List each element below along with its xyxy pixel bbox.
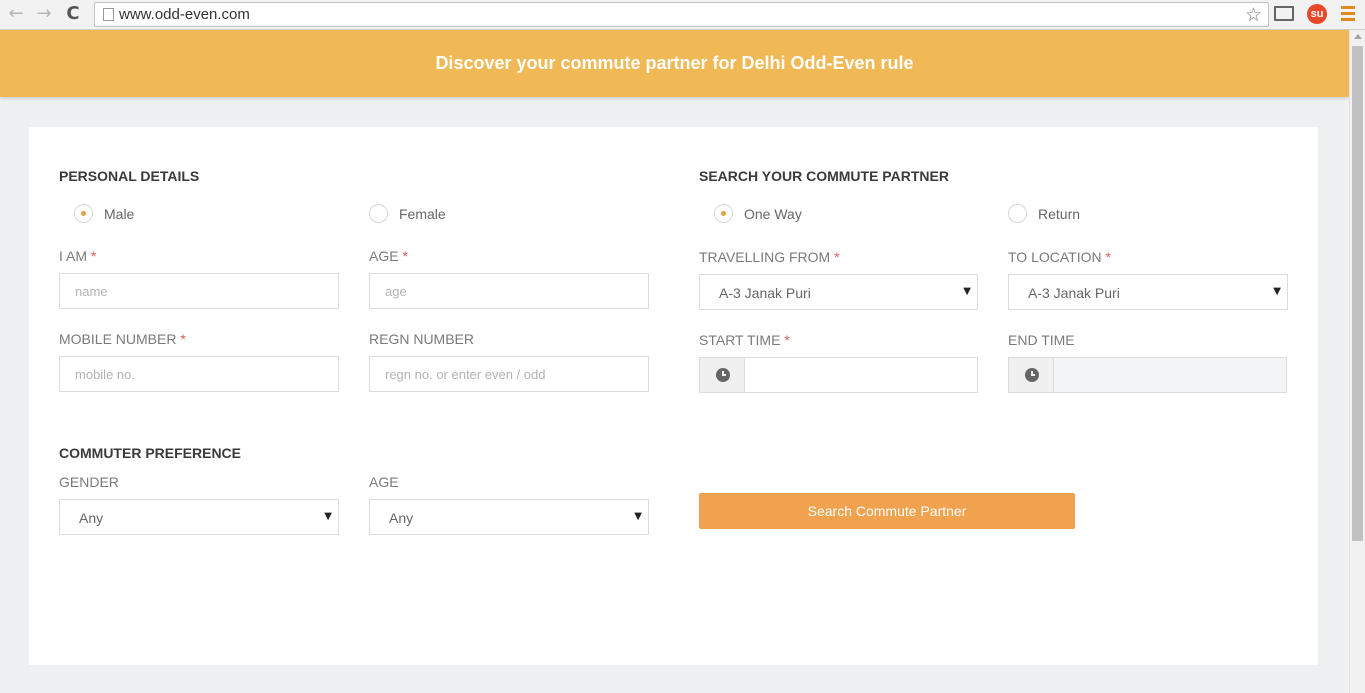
end-time-input[interactable] (1055, 358, 1285, 392)
pref-gender-label: GENDER (59, 474, 119, 490)
page-icon (103, 8, 114, 21)
stumbleupon-icon[interactable]: su (1307, 4, 1327, 24)
form-card: PERSONAL DETAILS Male Female I AM * AGE … (29, 127, 1318, 665)
trip-one-way-label[interactable]: One Way (744, 206, 802, 222)
to-label: TO LOCATION * (1008, 249, 1111, 265)
reload-icon[interactable]: C (63, 4, 83, 24)
required-mark: * (834, 249, 840, 265)
scroll-up-icon[interactable] (1354, 34, 1362, 39)
page-title: Discover your commute partner for Delhi … (435, 53, 914, 73)
pref-gender-value: Any (79, 510, 104, 526)
forward-icon[interactable]: → (34, 4, 54, 24)
commuter-preference-title: COMMUTER PREFERENCE (59, 445, 242, 461)
from-location-value: A-3 Janak Puri (719, 285, 811, 301)
required-mark: * (180, 331, 186, 347)
dropdown-arrow-icon: ▼ (1273, 286, 1281, 297)
age-input[interactable] (369, 273, 649, 309)
scroll-thumb[interactable] (1352, 46, 1363, 541)
page-banner: Discover your commute partner for Delhi … (0, 30, 1349, 97)
gender-female-radio[interactable] (369, 204, 388, 223)
bookmark-star-icon[interactable]: ☆ (1245, 4, 1262, 26)
gender-female-label[interactable]: Female (399, 206, 446, 222)
address-bar[interactable]: www.odd-even.com ☆ (94, 2, 1269, 27)
personal-details-title: PERSONAL DETAILS (59, 168, 200, 184)
gender-male-label[interactable]: Male (104, 206, 134, 222)
required-mark: * (402, 248, 408, 264)
cast-icon[interactable] (1274, 6, 1294, 21)
from-location-select[interactable]: A-3 Janak Puri ▼ (699, 274, 978, 310)
pref-age-select[interactable]: Any ▼ (369, 499, 649, 535)
browser-menu-icon[interactable] (1341, 6, 1355, 22)
clock-icon (1025, 368, 1039, 382)
pref-age-label: AGE (369, 474, 399, 490)
search-partner-title: SEARCH YOUR COMMUTE PARTNER (699, 168, 949, 184)
name-input[interactable] (59, 273, 339, 309)
trip-one-way-radio[interactable] (714, 204, 733, 223)
end-time-field[interactable] (1008, 357, 1287, 393)
browser-toolbar: ← → C www.odd-even.com ☆ su (0, 0, 1365, 30)
start-time-input[interactable] (746, 358, 976, 392)
required-mark: * (784, 332, 790, 348)
pref-age-value: Any (389, 510, 414, 526)
url-text[interactable]: www.odd-even.com (119, 6, 250, 23)
trip-return-radio[interactable] (1008, 204, 1027, 223)
to-location-select[interactable]: A-3 Janak Puri ▼ (1008, 274, 1288, 310)
mobile-input[interactable] (59, 356, 339, 392)
mobile-label: MOBILE NUMBER * (59, 331, 186, 347)
trip-return-label[interactable]: Return (1038, 206, 1080, 222)
start-time-label: START TIME * (699, 332, 790, 348)
dropdown-arrow-icon: ▼ (963, 286, 971, 297)
search-commute-partner-button[interactable]: Search Commute Partner (699, 493, 1075, 529)
regn-label: REGN NUMBER (369, 331, 475, 347)
end-time-addon[interactable] (1009, 358, 1054, 392)
clock-icon (716, 368, 730, 382)
vertical-scrollbar[interactable] (1349, 30, 1365, 693)
required-mark: * (1105, 249, 1111, 265)
from-label: TRAVELLING FROM * (699, 249, 840, 265)
back-icon[interactable]: ← (6, 4, 26, 24)
start-time-addon[interactable] (700, 358, 745, 392)
dropdown-arrow-icon: ▼ (324, 511, 332, 522)
to-location-value: A-3 Janak Puri (1028, 285, 1120, 301)
regn-input[interactable] (369, 356, 649, 392)
age-label: AGE * (369, 248, 408, 264)
end-time-label: END TIME (1008, 332, 1075, 348)
i-am-label: I AM * (59, 248, 97, 264)
start-time-field[interactable] (699, 357, 978, 393)
dropdown-arrow-icon: ▼ (634, 511, 642, 522)
gender-male-radio[interactable] (74, 204, 93, 223)
required-mark: * (90, 248, 97, 264)
pref-gender-select[interactable]: Any ▼ (59, 499, 339, 535)
